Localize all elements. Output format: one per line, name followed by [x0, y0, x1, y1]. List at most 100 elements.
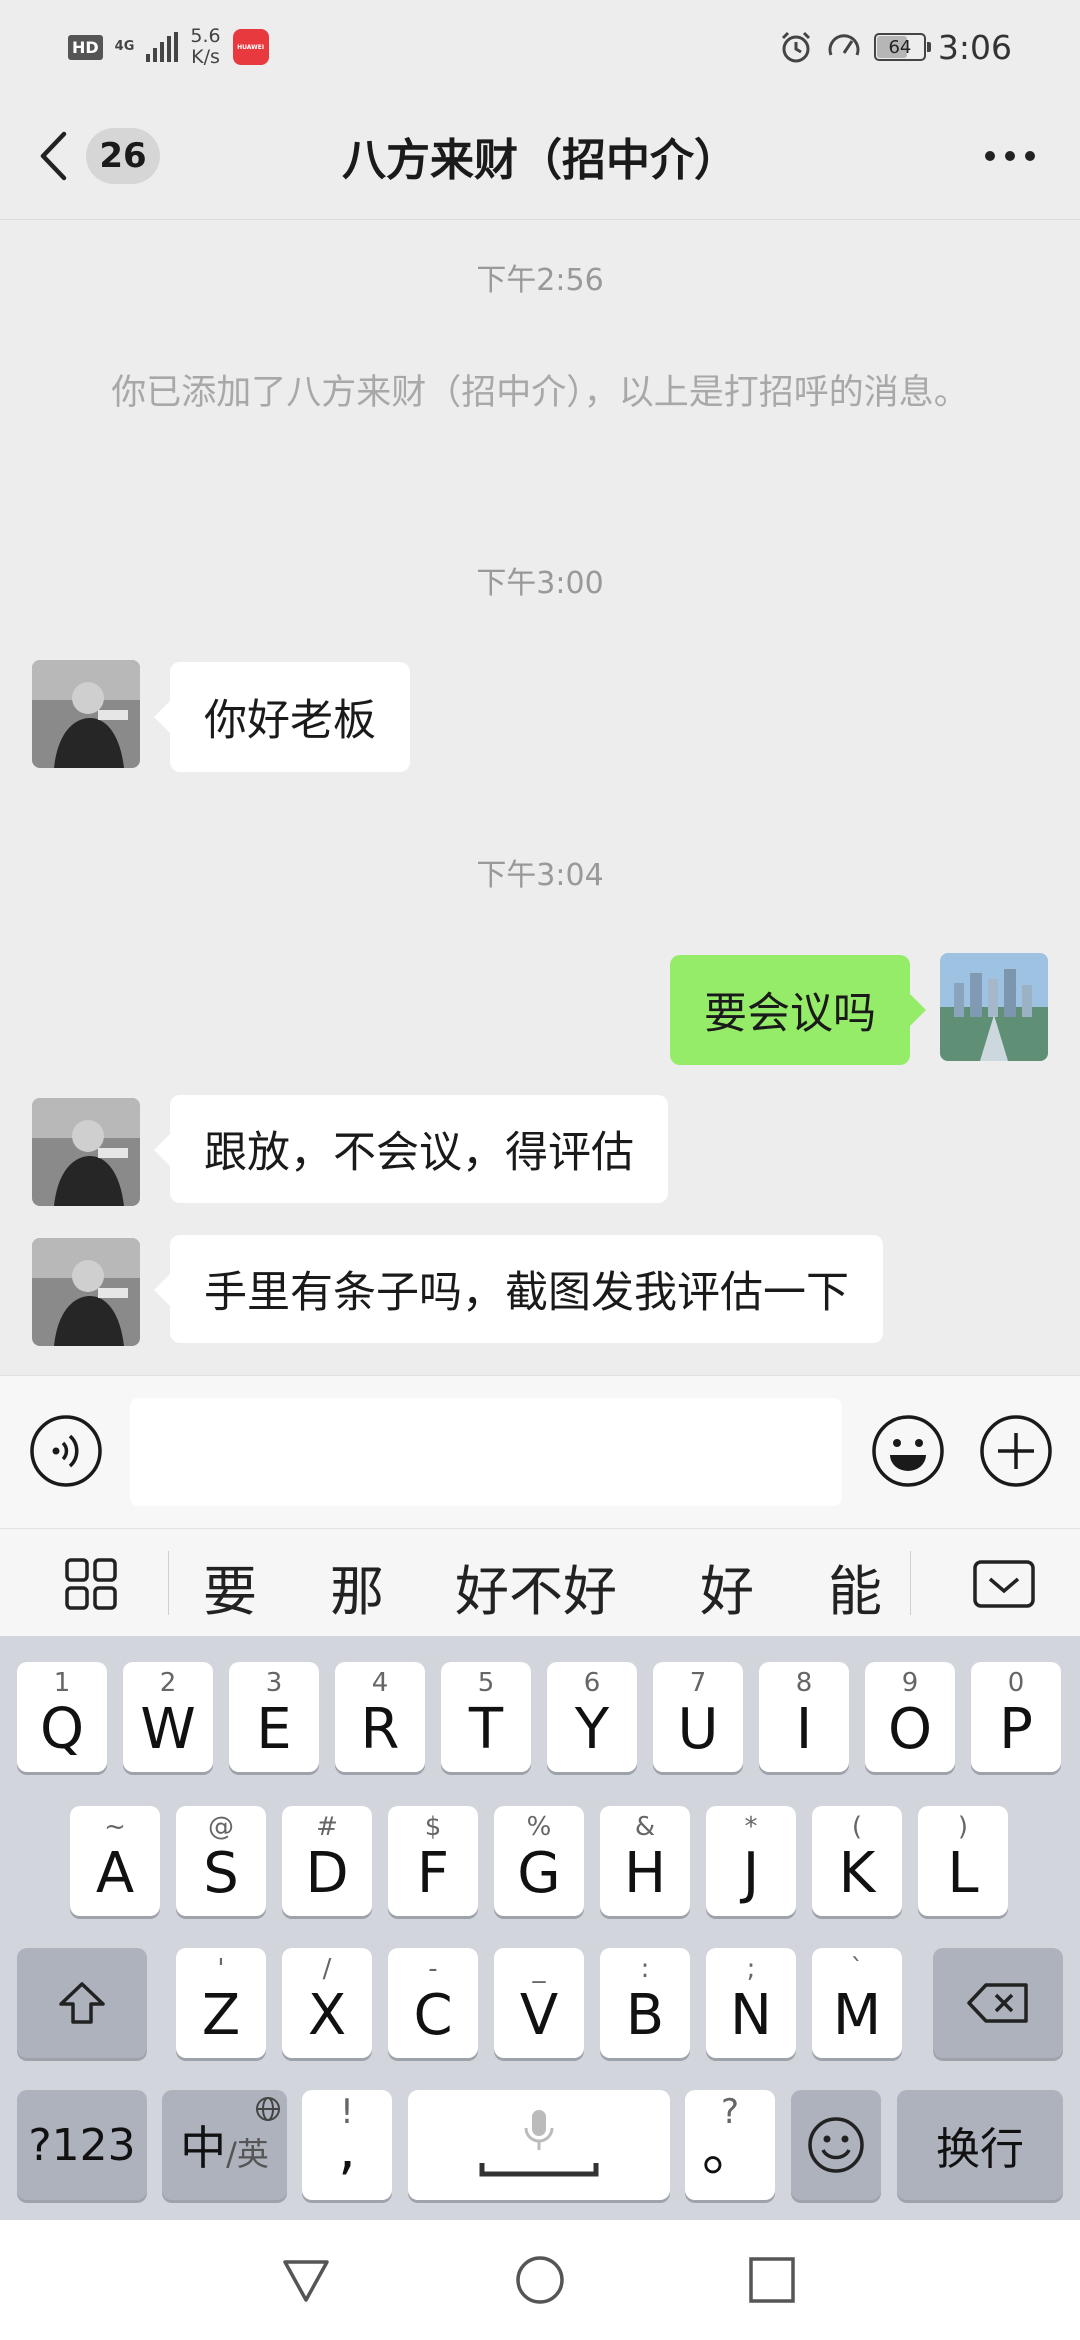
network-speed: 5.6 K/s [190, 26, 220, 68]
hide-keyboard-icon[interactable] [972, 1559, 1036, 1609]
candidate-word[interactable]: 能 [828, 1547, 882, 1626]
key-s[interactable]: @ S [176, 1806, 266, 1916]
shift-key[interactable] [17, 1948, 147, 2058]
system-navigation-bar [0, 2220, 1080, 2340]
candidate-word[interactable]: 好不好 [455, 1547, 617, 1626]
key-i[interactable]: 8I [759, 1662, 849, 1772]
key-c[interactable]: -C [388, 1948, 478, 2058]
more-dot-icon [1025, 151, 1035, 161]
status-left: HD 4G 5.6 K/s HUAWEI [68, 22, 269, 72]
key-n[interactable]: ; N [706, 1948, 796, 2058]
key-o[interactable]: 9O [865, 1662, 955, 1772]
key-b[interactable]: :B [600, 1948, 690, 2058]
enter-key-label: 换行 [936, 2124, 1024, 2175]
incoming-message[interactable]: 跟放，不会议，得评估 [154, 1095, 668, 1203]
space-bar-icon [479, 2163, 599, 2177]
my-avatar[interactable] [940, 953, 1048, 1061]
key-y[interactable]: 6Y [547, 1662, 637, 1772]
system-message: 你已添加了八方来财（招中介），以上是打招呼的消息。 [111, 373, 969, 413]
space-key[interactable] [408, 2090, 670, 2200]
outgoing-message[interactable]: 要会议吗 [670, 955, 926, 1065]
voice-icon[interactable] [28, 1413, 104, 1489]
network-speed-unit: K/s [191, 46, 220, 68]
shift-icon [59, 1982, 105, 2024]
chat-header: 26 八方来财（招中介） [0, 90, 1080, 220]
key-q[interactable]: 1Q [17, 1662, 107, 1772]
network-speed-value: 5.6 [190, 25, 221, 47]
incoming-message[interactable]: 手里有条子吗，截图发我评估一下 [154, 1235, 883, 1343]
divider [910, 1551, 911, 1615]
recents-square-icon[interactable] [746, 2254, 798, 2306]
more-dot-icon [1005, 151, 1015, 161]
contact-avatar[interactable] [32, 660, 140, 768]
backspace-key[interactable] [933, 1948, 1063, 2058]
comma-key[interactable]: ! , [302, 2090, 392, 2200]
alarm-icon [781, 31, 810, 63]
keyboard: 1Q 2W 3E 4R 5T 6Y 7U 8I 9O 0P ~ A @ S # D $… [0, 1636, 1080, 2220]
input-bar [0, 1375, 1080, 1528]
key-h[interactable]: & H [600, 1806, 690, 1916]
message-timestamp: 下午2:56 [476, 263, 604, 298]
status-time: 3:06 [937, 27, 1012, 67]
chevron-left-icon [40, 131, 67, 181]
key-j[interactable]: * J [706, 1806, 796, 1916]
key-l[interactable]: ) L [918, 1806, 1008, 1916]
emoji-icon[interactable] [870, 1413, 946, 1489]
speedometer-icon [828, 34, 860, 56]
plus-icon[interactable] [978, 1413, 1054, 1489]
keyboard-menu-icon[interactable] [64, 1557, 118, 1611]
key-m[interactable]: ` M [812, 1948, 902, 2058]
candidate-word[interactable]: 那 [330, 1547, 384, 1626]
divider [168, 1551, 169, 1615]
key-g[interactable]: % G [494, 1806, 584, 1916]
network-type: 4G [114, 39, 135, 54]
smiley-icon [808, 2117, 864, 2173]
period-key[interactable]: ? 。 [685, 2090, 775, 2200]
more-options-button[interactable] [970, 126, 1050, 186]
battery-icon: 64 [873, 33, 931, 61]
incoming-message[interactable]: 你好老板 [154, 662, 410, 772]
numbers-key[interactable]: ?123 [17, 2090, 147, 2200]
enter-key[interactable]: 换行 [897, 2090, 1063, 2200]
key-t[interactable]: 5T [441, 1662, 531, 1772]
key-r[interactable]: 4R [335, 1662, 425, 1772]
key-f[interactable]: $ F [388, 1806, 478, 1916]
back-button[interactable] [38, 126, 88, 186]
key-p[interactable]: 0P [971, 1662, 1061, 1772]
microphone-icon [524, 2110, 554, 2150]
home-circle-icon[interactable] [514, 2254, 566, 2306]
globe-icon [256, 2097, 280, 2121]
key-v[interactable]: _ V [494, 1948, 584, 2058]
backspace-icon [967, 1983, 1028, 2023]
key-d[interactable]: # D [282, 1806, 372, 1916]
key-w[interactable]: 2W [123, 1662, 213, 1772]
message-list[interactable]: 下午2:56 你已添加了八方来财（招中介），以上是打招呼的消息。 下午3:00 … [0, 220, 1080, 1375]
key-z[interactable]: ' Z [176, 1948, 266, 2058]
contact-avatar[interactable] [32, 1098, 140, 1206]
candidate-word[interactable]: 要 [203, 1547, 257, 1626]
candidate-bar: 要 那 好不好 好 能 [0, 1528, 1080, 1636]
language-main-label: 中 [180, 2121, 227, 2175]
key-a[interactable]: ~ A [70, 1806, 160, 1916]
chat-title: 八方来财（招中介） [342, 135, 738, 186]
language-switch-key[interactable]: 中 /英 [162, 2090, 287, 2200]
message-input[interactable] [130, 1398, 842, 1506]
network-indicator: 4G [115, 40, 135, 54]
key-e[interactable]: 3E [229, 1662, 319, 1772]
key-u[interactable]: 7U [653, 1662, 743, 1772]
more-dot-icon [985, 151, 995, 161]
numbers-key-label: ?123 [28, 2119, 136, 2171]
key-x[interactable]: / X [282, 1948, 372, 2058]
status-right: 64 3:06 [778, 22, 1012, 72]
back-triangle-icon[interactable] [280, 2254, 332, 2306]
emoji-key[interactable] [791, 2090, 881, 2200]
hd-badge: HD [68, 34, 103, 60]
language-sub-label: /英 [226, 2135, 269, 2173]
key-k[interactable]: (K [812, 1806, 902, 1916]
status-bar: HD 4G 5.6 K/s HUAWEI 64 3:06 [0, 0, 1080, 90]
unread-count-badge[interactable]: 26 [86, 128, 160, 184]
contact-avatar[interactable] [32, 1238, 140, 1346]
huawei-app-icon: HUAWEI [232, 29, 269, 65]
message-timestamp: 下午3:04 [476, 858, 604, 893]
candidate-word[interactable]: 好 [700, 1547, 754, 1626]
